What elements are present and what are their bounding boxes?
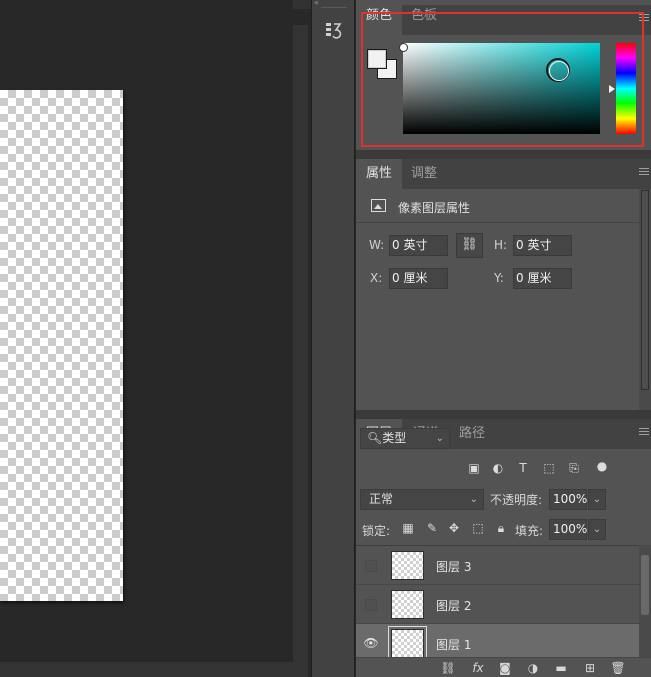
tab-paths[interactable]: 路径 <box>449 419 495 449</box>
collapse-dock-icon[interactable]: « <box>314 0 334 7</box>
width-label: W: <box>369 238 385 252</box>
fx-icon[interactable]: fx <box>470 660 486 676</box>
x-field[interactable]: 0 厘米 <box>389 268 448 289</box>
properties-header: 像素图层属性 <box>356 189 639 223</box>
layer-row[interactable]: 图层 3 <box>356 546 639 585</box>
layers-panel: 图层 通道 路径 🔍︎类型 ⌄ ▣ ◐ T ⬚ ⎘ ● 正常 ⌄ 不透明度: 1… <box>356 419 651 677</box>
eye-icon[interactable]: 👁︎ <box>363 635 379 651</box>
opacity-dropdown[interactable]: ⌄ <box>588 489 606 510</box>
right-panels: 颜色 色板 属性 调整 像素图层属性 W: 0 英寸 ⛓ H: 0 英寸 X: … <box>356 0 651 677</box>
hue-slider-handle[interactable] <box>609 85 615 93</box>
new-adjustment-icon[interactable]: ◑ <box>525 660 541 676</box>
foreground-color-swatch[interactable] <box>367 49 387 69</box>
properties-title: 像素图层属性 <box>398 201 471 215</box>
filter-smart-object-icon[interactable]: ⎘ <box>567 461 581 475</box>
layer-row[interactable]: 图层 2 <box>356 585 639 624</box>
color-picker-cursor[interactable] <box>546 58 570 82</box>
link-layers-icon[interactable]: ⛓ <box>440 660 456 676</box>
filter-kind-label: 类型 <box>382 431 407 445</box>
color-panel: 颜色 色板 <box>356 0 651 150</box>
tab-properties[interactable]: 属性 <box>356 159 403 189</box>
blend-mode-label: 正常 <box>369 492 394 506</box>
dock-separator <box>321 7 347 8</box>
history-icon[interactable] <box>325 20 347 42</box>
layers-scrollbar[interactable] <box>639 545 651 657</box>
filter-type-icon[interactable]: T <box>516 461 530 475</box>
lock-all-icon[interactable]: 🔒︎ <box>494 521 508 535</box>
x-label: X: <box>370 271 383 285</box>
filter-shape-icon[interactable]: ⬚ <box>542 461 556 475</box>
layer-name: 图层 2 <box>436 599 472 613</box>
properties-panel: 属性 调整 像素图层属性 W: 0 英寸 ⛓ H: 0 英寸 X: 0 厘米 Y… <box>356 159 651 415</box>
layer-filter-kind-select[interactable]: 🔍︎类型 ⌄ <box>360 428 450 449</box>
filter-toggle-icon[interactable]: ● <box>595 459 609 473</box>
color-panel-tabbar: 颜色 色板 <box>356 5 651 35</box>
layer-thumbnail <box>391 590 424 619</box>
lock-brush-icon[interactable]: ✎ <box>425 521 439 535</box>
width-field[interactable]: 0 英寸 <box>389 235 448 256</box>
canvas-vertical-scrollbar[interactable] <box>293 25 308 662</box>
trash-icon[interactable]: 🗑︎ <box>610 660 626 676</box>
photoshop-workspace: « 颜色 色板 属性 调整 像素图层属性 W: 0 英寸 ⛓ H: 0 英寸 X… <box>0 0 651 677</box>
layers-footer: ⛓ fx ◙ ◑ ▬ ⊞ 🗑︎ <box>356 657 651 677</box>
picker-origin-marker <box>399 43 408 52</box>
add-mask-icon[interactable]: ◙ <box>497 660 513 676</box>
panel-separator <box>356 150 651 159</box>
layer-thumbnail <box>391 551 424 580</box>
tab-color[interactable]: 颜色 <box>356 5 403 35</box>
lock-artboard-icon[interactable]: ⬚ <box>471 521 485 535</box>
opacity-field[interactable]: 100% <box>549 489 587 510</box>
layer-name: 图层 3 <box>436 560 472 574</box>
document-canvas-transparent[interactable] <box>0 90 123 601</box>
link-icon[interactable]: ⛓ <box>456 233 483 258</box>
tab-swatches[interactable]: 色板 <box>401 5 447 35</box>
search-icon: 🔍︎ <box>367 431 383 445</box>
blend-mode-select[interactable]: 正常 ⌄ <box>360 489 484 510</box>
panel-dock-strip: « <box>311 0 355 677</box>
canvas-horizontal-scrollbar[interactable] <box>0 662 293 677</box>
hue-slider[interactable] <box>616 43 636 134</box>
filter-adjustment-icon[interactable]: ◐ <box>491 461 505 475</box>
tab-adjustments[interactable]: 调整 <box>401 159 447 189</box>
properties-tabbar: 属性 调整 <box>356 159 651 189</box>
y-label: Y: <box>494 271 504 285</box>
chevron-down-icon: ⌄ <box>469 494 478 505</box>
fill-dropdown[interactable]: ⌄ <box>588 519 606 540</box>
panel-separator <box>356 410 651 419</box>
lock-label: 锁定: <box>362 524 391 538</box>
pixel-layer-icon <box>371 199 386 212</box>
visibility-toggle[interactable] <box>365 599 377 611</box>
fill-label: 填充: <box>515 524 544 538</box>
lock-move-icon[interactable]: ✥ <box>447 521 461 535</box>
filter-pixel-icon[interactable]: ▣ <box>467 461 481 475</box>
opacity-label: 不透明度: <box>490 493 543 507</box>
panel-menu-icon[interactable] <box>639 168 649 177</box>
panel-menu-icon[interactable] <box>639 428 649 437</box>
new-group-icon[interactable]: ▬ <box>553 660 569 676</box>
layers-list: 图层 3 图层 2 👁︎ 图层 1 <box>356 545 639 663</box>
new-layer-icon[interactable]: ⊞ <box>582 660 598 676</box>
visibility-toggle[interactable] <box>365 560 377 572</box>
layer-name: 图层 1 <box>436 638 472 652</box>
layer-thumbnail <box>388 626 427 661</box>
properties-scrollbar[interactable] <box>639 189 651 415</box>
color-picker-field[interactable] <box>403 43 600 134</box>
scroll-corner <box>293 662 308 677</box>
height-label: H: <box>494 238 508 252</box>
lock-transparent-icon[interactable]: ▦ <box>401 521 415 535</box>
panel-menu-icon[interactable] <box>639 14 649 23</box>
canvas-area[interactable] <box>0 0 293 662</box>
height-field[interactable]: 0 英寸 <box>513 235 572 256</box>
chevron-down-icon: ⌄ <box>435 433 444 444</box>
fill-field[interactable]: 100% <box>549 519 587 540</box>
y-field[interactable]: 0 厘米 <box>513 268 572 289</box>
